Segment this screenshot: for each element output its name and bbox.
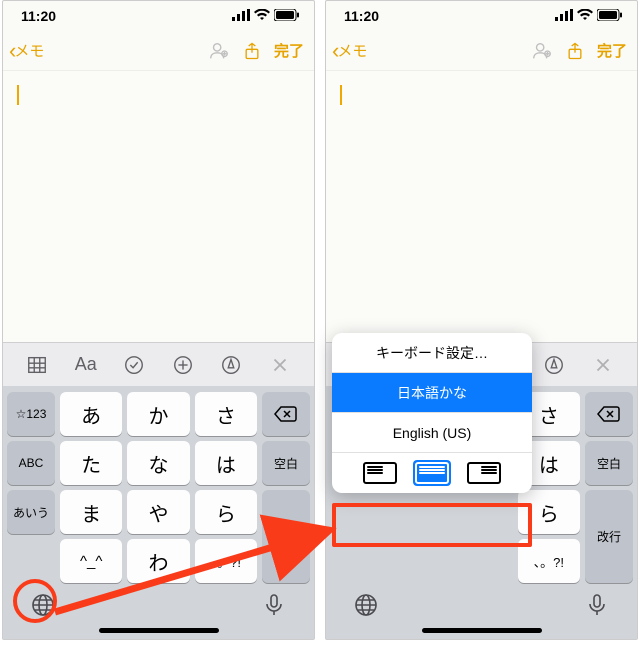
back-label: メモ: [337, 40, 367, 61]
add-icon[interactable]: [166, 348, 200, 382]
share-icon[interactable]: [565, 40, 585, 62]
home-indicator[interactable]: [99, 628, 219, 633]
status-right: [232, 9, 300, 23]
back-button[interactable]: ‹ メモ: [9, 40, 44, 62]
popup-layout-row: [332, 453, 532, 493]
globe-icon[interactable]: [354, 593, 378, 617]
key-abc[interactable]: ABC: [7, 441, 55, 485]
status-time: 11:20: [21, 8, 56, 24]
key-delete[interactable]: [262, 392, 310, 436]
key-ra[interactable]: ら: [195, 490, 257, 534]
key-ra[interactable]: ら: [518, 490, 580, 534]
keyboard: さ は 空白 ら 改行 、。?! キーボード設定… 日本語かな English …: [326, 386, 637, 587]
key-a[interactable]: あ: [60, 392, 122, 436]
text-format-icon[interactable]: Aa: [69, 348, 103, 382]
note-editor[interactable]: [3, 71, 314, 342]
key-punct[interactable]: 、。?!: [195, 539, 257, 583]
key-punct[interactable]: 、。?!: [518, 539, 580, 583]
markup-icon[interactable]: [537, 348, 571, 382]
popup-keyboard-settings[interactable]: キーボード設定…: [332, 333, 532, 373]
status-time: 11:20: [344, 8, 379, 24]
key-ka[interactable]: か: [127, 392, 189, 436]
note-editor[interactable]: [326, 71, 637, 342]
key-return[interactable]: 改行: [585, 490, 633, 583]
key-ma[interactable]: ま: [60, 490, 122, 534]
key-space[interactable]: 空白: [585, 441, 633, 485]
key-ta[interactable]: た: [60, 441, 122, 485]
share-icon[interactable]: [242, 40, 262, 62]
layout-left-icon[interactable]: [361, 460, 399, 486]
key-space[interactable]: 空白: [262, 441, 310, 485]
battery-icon: [597, 9, 623, 23]
mic-icon[interactable]: [585, 593, 609, 617]
key-delete[interactable]: [585, 392, 633, 436]
text-caret: [340, 85, 342, 105]
key-emoji[interactable]: ^_^: [60, 539, 122, 583]
signal-icon: [555, 9, 573, 23]
battery-icon: [274, 9, 300, 23]
keyboard-switcher-popup: キーボード設定… 日本語かな English (US): [332, 333, 532, 493]
key-na[interactable]: な: [127, 441, 189, 485]
popup-japanese-kana[interactable]: 日本語かな: [332, 373, 532, 413]
key-aiu[interactable]: あいう: [7, 490, 55, 534]
kb-toolbar: Aa: [3, 342, 314, 386]
nav-bar: ‹ メモ 完了: [326, 31, 637, 71]
keyboard: ☆123 あ か さ ABC た な は 空白 あいう ま や ら 改行 ^_^…: [3, 386, 314, 587]
status-bar: 11:20: [3, 1, 314, 31]
home-indicator[interactable]: [422, 628, 542, 633]
collaborate-icon[interactable]: [531, 40, 553, 62]
status-right: [555, 9, 623, 23]
key-ya[interactable]: や: [127, 490, 189, 534]
key-wa[interactable]: わ: [127, 539, 189, 583]
checklist-icon[interactable]: [117, 348, 151, 382]
close-icon[interactable]: [586, 348, 620, 382]
phone-right: 11:20 ‹ メモ 完了: [325, 0, 638, 640]
key-return[interactable]: 改行: [262, 490, 310, 583]
layout-full-icon[interactable]: [413, 460, 451, 486]
layout-right-icon[interactable]: [465, 460, 503, 486]
phone-left: 11:20 ‹ メモ 完了: [2, 0, 315, 640]
back-button[interactable]: ‹ メモ: [332, 40, 367, 62]
key-sa[interactable]: さ: [195, 392, 257, 436]
key-123[interactable]: ☆123: [7, 392, 55, 436]
close-icon[interactable]: [263, 348, 297, 382]
wifi-icon: [577, 9, 593, 23]
signal-icon: [232, 9, 250, 23]
back-label: メモ: [14, 40, 44, 61]
done-button[interactable]: 完了: [274, 40, 304, 61]
markup-icon[interactable]: [214, 348, 248, 382]
key-ha[interactable]: は: [195, 441, 257, 485]
status-bar: 11:20: [326, 1, 637, 31]
nav-bar: ‹ メモ 完了: [3, 31, 314, 71]
table-icon[interactable]: [20, 348, 54, 382]
wifi-icon: [254, 9, 270, 23]
text-caret: [17, 85, 19, 105]
popup-english-us[interactable]: English (US): [332, 413, 532, 453]
mic-icon[interactable]: [262, 593, 286, 617]
globe-icon[interactable]: [31, 593, 55, 617]
collaborate-icon[interactable]: [208, 40, 230, 62]
done-button[interactable]: 完了: [597, 40, 627, 61]
